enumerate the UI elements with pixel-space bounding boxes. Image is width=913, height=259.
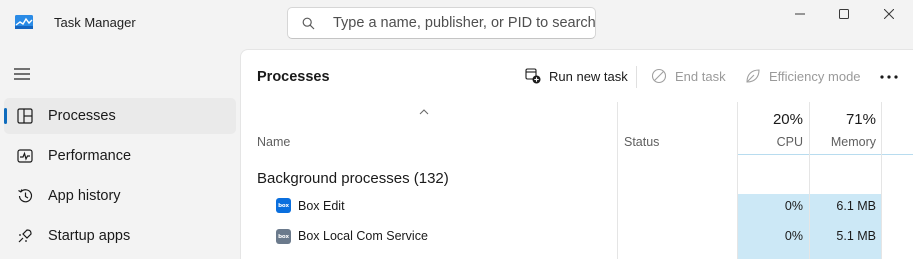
search-icon [302,17,315,30]
icon-text: box [278,233,289,240]
column-header-memory[interactable]: Memory [810,135,876,149]
sidebar-item-startup-apps[interactable]: Startup apps [4,218,236,254]
more-options-button[interactable] [877,65,901,89]
sort-ascending-icon[interactable] [418,103,430,115]
vertical-scrollbar[interactable] [882,154,913,259]
column-header-status[interactable]: Status [624,135,659,149]
run-new-task-icon [525,68,541,84]
sidebar-item-label: Processes [48,108,116,124]
startup-apps-icon [16,227,34,245]
end-task-icon [651,68,667,84]
maximize-button[interactable] [821,0,867,28]
more-options-icon [880,75,898,79]
sidebar-item-performance[interactable]: Performance [4,138,236,174]
minimize-button[interactable] [777,0,823,28]
maximize-icon [839,9,849,19]
memory-usage-percent[interactable]: 71% [810,111,876,128]
run-new-task-label: Run new task [549,69,628,84]
run-new-task-button[interactable]: Run new task [525,67,628,87]
end-task-label: End task [675,69,726,84]
close-button[interactable] [866,0,912,28]
column-header-name[interactable]: Name [257,135,290,149]
efficiency-mode-label: Efficiency mode [769,69,861,84]
column-divider [617,102,618,259]
process-cpu: 0% [784,199,803,213]
app-history-icon [16,187,34,205]
process-memory: 5.1 MB [836,229,876,243]
hamburger-menu-icon[interactable] [14,67,30,81]
task-manager-app-icon [15,15,33,29]
efficiency-mode-button[interactable]: Efficiency mode [745,67,861,87]
processes-icon [16,107,34,125]
minimize-icon [795,13,805,15]
sidebar-item-label: Startup apps [48,228,131,244]
efficiency-leaf-icon [745,68,761,84]
page-title: Processes [257,69,330,85]
sidebar-item-label: Performance [48,148,132,164]
group-header-background-processes[interactable]: Background processes (132) [257,170,449,187]
process-cpu: 0% [784,229,803,243]
process-name[interactable]: Box Edit [298,199,345,213]
cpu-usage-percent[interactable]: 20% [738,111,803,128]
search-placeholder: Type a name, publisher, or PID to search [333,15,596,31]
sidebar-item-label: App history [48,188,121,204]
process-memory: 6.1 MB [836,199,876,213]
close-icon [884,9,894,19]
icon-text: box [278,202,289,209]
column-header-cpu[interactable]: CPU [738,135,803,149]
toolbar-divider [636,66,637,88]
sidebar-item-app-history[interactable]: App history [4,178,236,214]
processes-panel: Processes Run new task End task Efficien… [240,49,913,259]
end-task-button[interactable]: End task [651,67,726,87]
sidebar-item-processes[interactable]: Processes [4,98,236,134]
window-title: Task Manager [54,15,136,30]
box-app-icon: box [276,198,291,213]
performance-icon [16,147,34,165]
active-indicator [4,108,7,124]
box-service-icon: box [276,229,291,244]
process-name[interactable]: Box Local Com Service [298,229,428,243]
search-input[interactable]: Type a name, publisher, or PID to search [287,7,596,39]
